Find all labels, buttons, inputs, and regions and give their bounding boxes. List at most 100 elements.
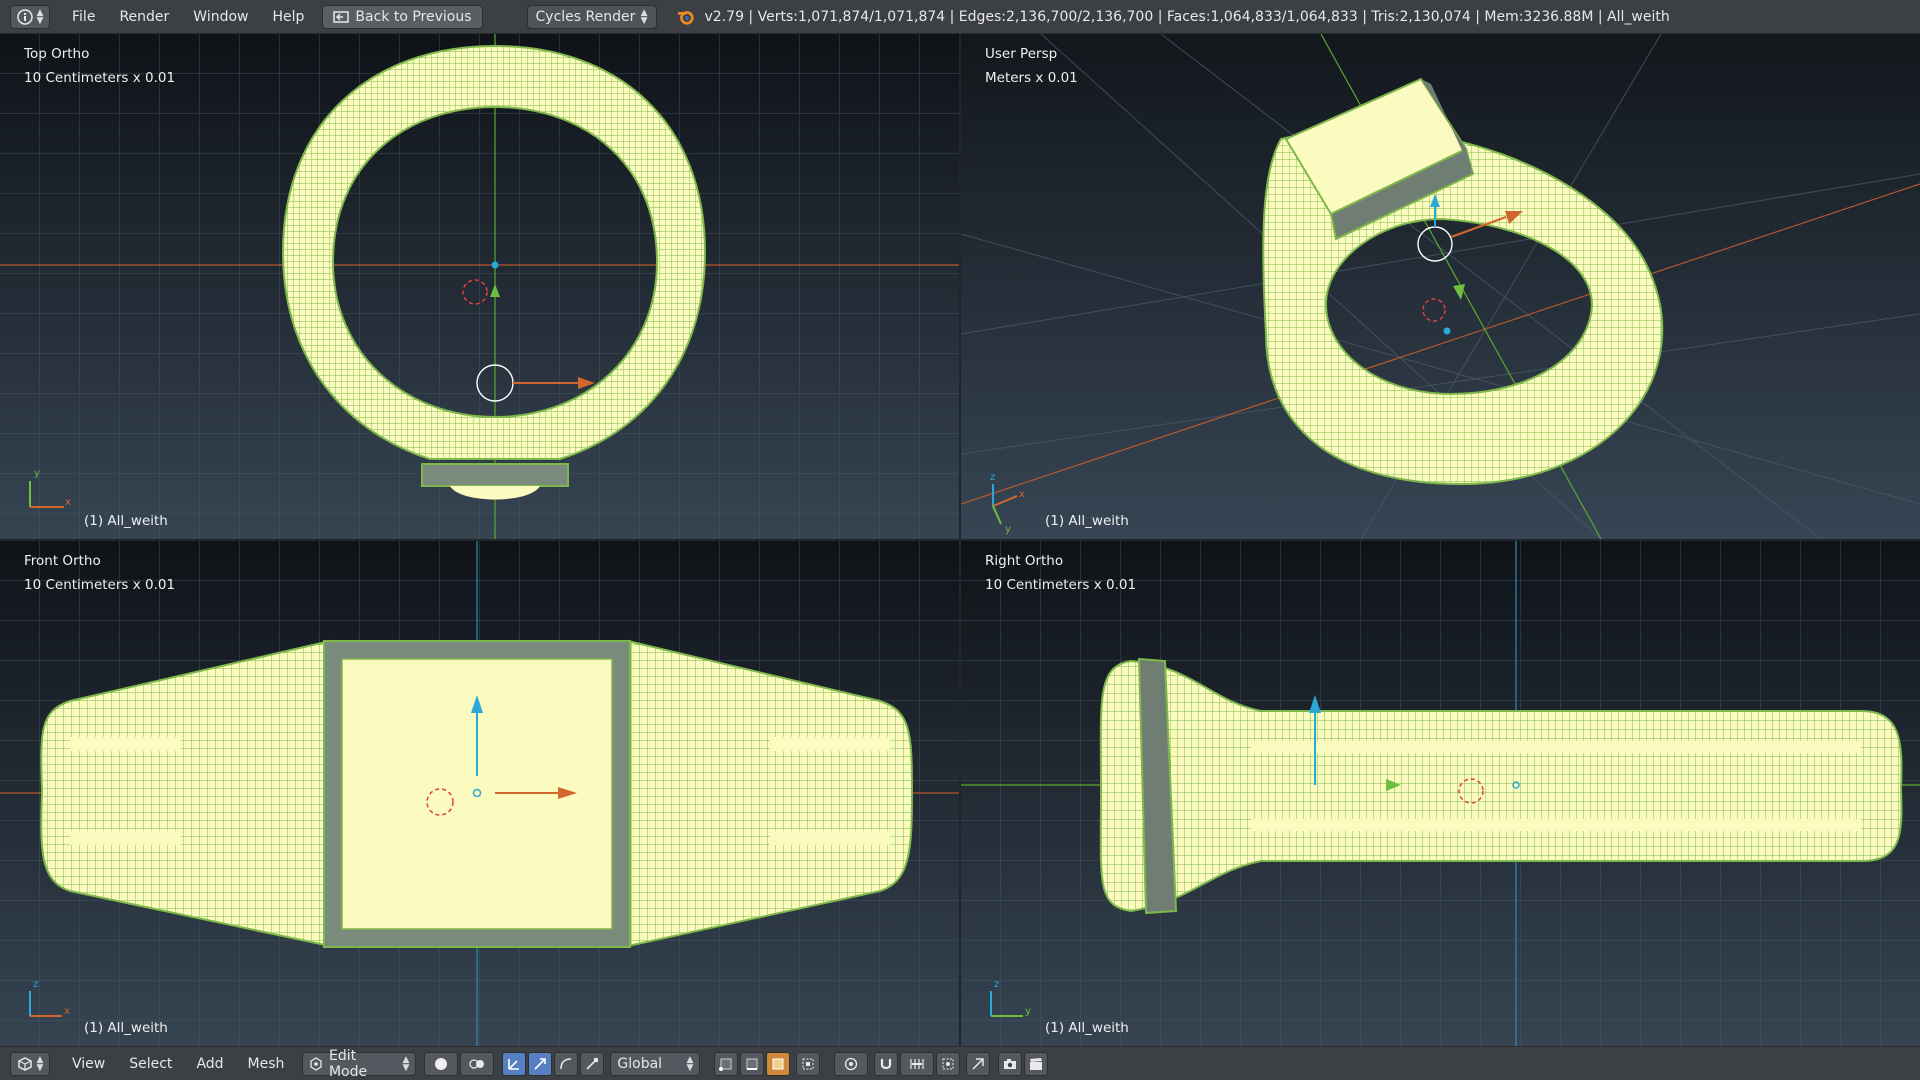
menu-select[interactable]: Select (117, 1056, 184, 1072)
updown-arrows-icon: ▲ ▼ (402, 1054, 410, 1073)
menu-file[interactable]: File (60, 9, 107, 25)
snap-increment-icon (910, 1058, 925, 1069)
info-icon (16, 8, 33, 25)
3d-cursor-icon (1422, 298, 1446, 322)
axis-label-y: y (34, 468, 40, 479)
manipulator-toggle-button[interactable] (502, 1051, 527, 1076)
render-only-button[interactable] (966, 1051, 991, 1076)
occlude-geometry-icon (802, 1058, 814, 1069)
updown-arrows-icon: ▲ ▼ (686, 1054, 694, 1073)
snap-element-button[interactable] (900, 1051, 935, 1076)
active-object-label: (1) All_weith (84, 1020, 168, 1036)
render-engine-select[interactable]: Cycles Render ▲ ▼ (526, 4, 657, 29)
render-only-icon (972, 1057, 985, 1070)
menu-render[interactable]: Render (107, 9, 181, 25)
viewport-title: Right Ortho (985, 553, 1064, 569)
viewport-front-ortho[interactable]: z x Front Ortho 10 Centimeters x 0.01 (1… (0, 541, 959, 1046)
menu-mesh[interactable]: Mesh (236, 1056, 297, 1072)
viewport-shading-button[interactable] (424, 1051, 459, 1076)
edge-select-button[interactable] (740, 1051, 765, 1076)
interaction-mode-select[interactable]: Edit Mode ▲ ▼ (302, 1048, 417, 1080)
3d-view-icon (17, 1056, 32, 1071)
back-to-previous-button[interactable]: Back to Previous (322, 4, 483, 29)
viewport-title: Top Ortho (24, 46, 90, 62)
proportional-editing-button[interactable] (834, 1051, 869, 1076)
scale-manipulator-button[interactable] (580, 1051, 605, 1076)
orientation-value: Global (617, 1055, 663, 1072)
active-object-label: (1) All_weith (1045, 513, 1129, 529)
editor-type-button[interactable]: ▲ ▼ (10, 1051, 50, 1076)
proportional-edit-icon (845, 1057, 858, 1070)
pivot-point-icon (469, 1058, 485, 1069)
menu-help[interactable]: Help (260, 9, 316, 25)
active-object-label: (1) All_weith (1045, 1020, 1129, 1036)
viewport-scale: 10 Centimeters x 0.01 (985, 577, 1137, 593)
viewport-user-persp[interactable]: z x y User Persp Meters x 0.01 (1) All_w… (961, 34, 1920, 539)
axis-label-x: x (1019, 489, 1025, 500)
3d-view-header: ▲ ▼ View Select Add Mesh Edit Mode ▲ ▼ Glo… (0, 1046, 1920, 1080)
axis-label-z: z (994, 979, 999, 990)
updown-arrows-icon: ▲ ▼ (36, 1054, 44, 1073)
vertex-select-icon (719, 1058, 732, 1071)
clapper-icon (1030, 1057, 1043, 1070)
viewport-scale: 10 Centimeters x 0.01 (24, 577, 176, 593)
screen-back-icon (333, 10, 350, 23)
translate-manipulator-button[interactable] (528, 1051, 553, 1076)
band-mesh-front[interactable] (40, 639, 914, 948)
axis-gizmo: z x y (990, 472, 1025, 535)
ring-mesh-persp[interactable] (1262, 77, 1664, 486)
vertex-select-button[interactable] (714, 1051, 739, 1076)
rotate-manipulator-button[interactable] (554, 1051, 579, 1076)
viewport-top-ortho[interactable]: y x Top Ortho 10 Centimeters x 0.01 (1) … (0, 34, 959, 539)
translate-arrow-icon (534, 1057, 547, 1070)
viewport-scale: Meters x 0.01 (985, 70, 1078, 86)
menu-view[interactable]: View (60, 1056, 117, 1072)
front-ortho-canvas[interactable]: z x (0, 541, 959, 1046)
menu-window[interactable]: Window (181, 9, 260, 25)
menu-add[interactable]: Add (184, 1056, 235, 1072)
axis-label-z: z (33, 979, 38, 990)
axis-label-y: y (1005, 524, 1011, 535)
snap-toggle-button[interactable] (874, 1051, 899, 1076)
snap-target-button[interactable] (936, 1051, 961, 1076)
opengl-render-animation-button[interactable] (1024, 1051, 1049, 1076)
edge-select-icon (746, 1058, 758, 1070)
axis-label-x: x (64, 1006, 70, 1017)
axis-label-x: x (65, 497, 71, 508)
blender-logo-icon (677, 10, 694, 25)
rotate-arc-icon (560, 1057, 572, 1069)
main-menu: File Render Window Help (60, 9, 316, 25)
face-select-icon (772, 1058, 784, 1069)
face-select-button[interactable] (766, 1051, 791, 1076)
updown-arrows-icon: ▲ ▼ (36, 7, 44, 26)
camera-icon (1004, 1058, 1017, 1069)
viewport-right-ortho[interactable]: z y Right Ortho 10 Centimeters x 0.01 (1… (961, 541, 1920, 1046)
right-ortho-canvas[interactable]: z y (961, 541, 1920, 1046)
scene-stats: v2.79 | Verts:1,071,874/1,071,874 | Edge… (677, 8, 1670, 26)
viewport-divider-horizontal[interactable] (0, 539, 1920, 541)
viewport-title: User Persp (985, 46, 1058, 62)
solid-shading-icon (435, 1057, 448, 1070)
limit-selection-visible-button[interactable] (796, 1051, 821, 1076)
edit-mode-icon (310, 1056, 323, 1071)
y-arrow-icon[interactable] (1453, 284, 1465, 300)
active-object-label: (1) All_weith (84, 513, 168, 529)
axis-label-z: z (990, 472, 995, 483)
top-ortho-canvas[interactable]: y x (0, 34, 959, 539)
pivot-point-button[interactable] (460, 1051, 495, 1076)
editor-type-button[interactable]: ▲ ▼ (10, 4, 50, 29)
render-engine-value: Cycles Render (535, 8, 636, 25)
magnet-icon (881, 1058, 892, 1069)
user-persp-canvas[interactable]: z x y (961, 34, 1920, 539)
view-menu-bar: View Select Add Mesh (60, 1056, 296, 1072)
axis-label-y: y (1025, 1006, 1031, 1017)
viewport-scale: 10 Centimeters x 0.01 (24, 70, 176, 86)
back-to-previous-label: Back to Previous (355, 8, 472, 25)
scale-icon (586, 1057, 599, 1070)
mode-value: Edit Mode (328, 1047, 368, 1080)
snap-target-icon (942, 1058, 954, 1069)
manipulator-icon (508, 1058, 520, 1070)
stats-text: v2.79 | Verts:1,071,874/1,071,874 | Edge… (704, 8, 1670, 25)
opengl-render-image-button[interactable] (998, 1051, 1023, 1076)
transform-orientation-select[interactable]: Global ▲ ▼ (610, 1051, 701, 1076)
